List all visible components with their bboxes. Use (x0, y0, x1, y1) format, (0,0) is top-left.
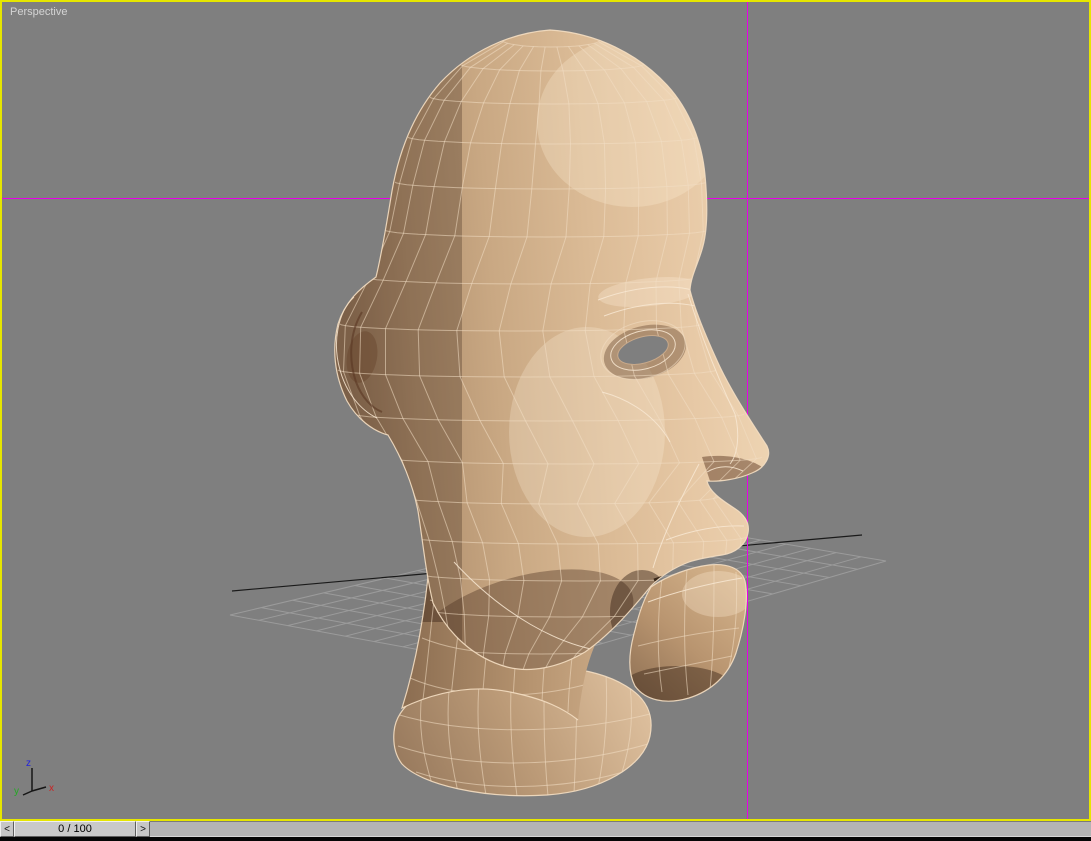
axis-x-label: x (49, 783, 54, 794)
viewport-perspective[interactable]: Perspective z x y (0, 0, 1091, 821)
app-window: Perspective z x y < 0 / 100 > (0, 0, 1091, 841)
axis-y-label: y (14, 786, 19, 797)
axis-z-label: z (26, 758, 31, 769)
bottom-strip (0, 837, 1091, 841)
scene-3d: z x y (2, 2, 1089, 819)
time-slider-handle[interactable]: 0 / 100 (14, 821, 136, 837)
viewport-label[interactable]: Perspective (10, 6, 67, 18)
head-model[interactable] (332, 22, 770, 800)
time-slider-bar: < 0 / 100 > (0, 821, 1091, 837)
previous-frame-button[interactable]: < (0, 821, 14, 837)
next-frame-button[interactable]: > (136, 821, 150, 837)
time-slider-track[interactable] (150, 821, 1091, 837)
world-axis-tripod: z x y (14, 758, 54, 797)
